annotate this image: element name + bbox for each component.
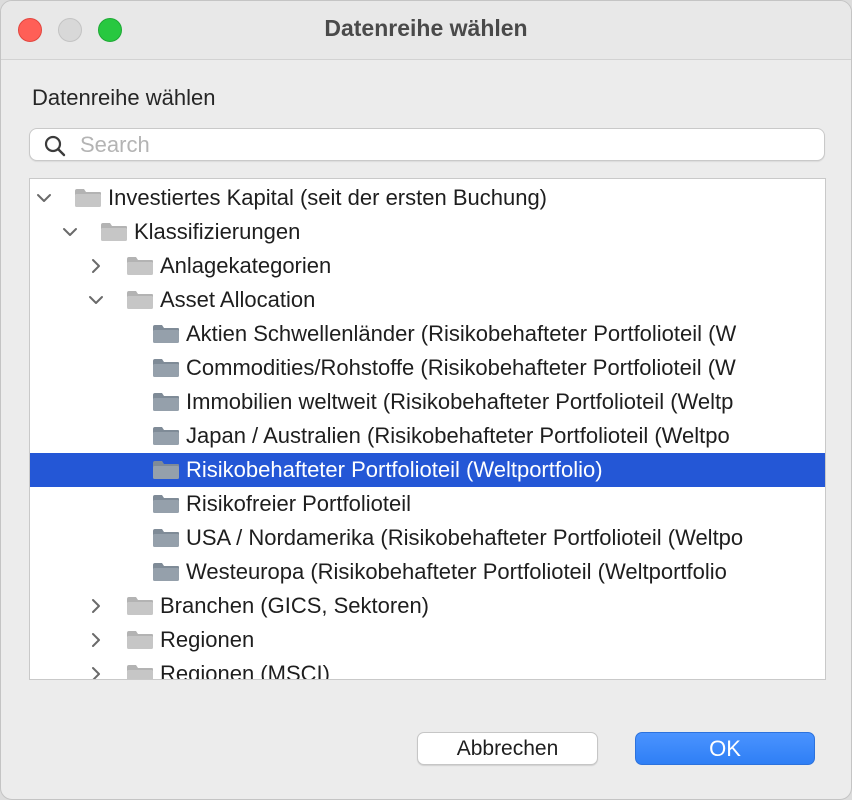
tree-row-label: Risikofreier Portfolioteil — [186, 491, 411, 516]
dialog-heading: Datenreihe wählen — [32, 85, 216, 110]
chevron-right-icon[interactable] — [88, 632, 104, 648]
tree-row-label: Asset Allocation — [160, 287, 316, 312]
tree-row[interactable]: Risikofreier Portfolioteil — [30, 487, 825, 521]
tree-row-label: Immobilien weltweit (Risikobehafteter Po… — [186, 389, 734, 414]
tree-row[interactable]: Anlagekategorien — [30, 249, 825, 283]
chevron-right-icon[interactable] — [88, 258, 104, 274]
window-title: Datenreihe wählen — [324, 15, 528, 41]
cancel-button[interactable]: Abbrechen — [417, 732, 598, 765]
tree-row[interactable]: Asset Allocation — [30, 283, 825, 317]
tree-row[interactable]: Aktien Schwellenländer (Risikobehafteter… — [30, 317, 825, 351]
search-field[interactable] — [29, 128, 825, 161]
chevron-right-icon[interactable] — [88, 598, 104, 614]
chevron-right-icon[interactable] — [88, 666, 104, 680]
folder-icon — [127, 291, 153, 309]
tree-row-label: Commodities/Rohstoffe (Risikobehafteter … — [186, 355, 736, 380]
tree-row[interactable]: Japan / Australien (Risikobehafteter Por… — [30, 419, 825, 453]
tree-row[interactable]: Westeuropa (Risikobehafteter Portfoliote… — [30, 555, 825, 589]
tree-row[interactable]: Regionen (MSCI) — [30, 657, 825, 680]
tree-row[interactable]: Regionen — [30, 623, 825, 657]
folder-icon — [153, 461, 179, 479]
folder-icon — [153, 529, 179, 547]
folder-icon — [153, 393, 179, 411]
data-series-tree[interactable]: Investiertes Kapital (seit der ersten Bu… — [29, 178, 826, 680]
tree-row-label: USA / Nordamerika (Risikobehafteter Port… — [186, 525, 744, 550]
dialog-window: Datenreihe wählen Datenreihe wählen Inve… — [0, 0, 852, 800]
folder-icon — [127, 631, 153, 649]
folder-icon — [127, 257, 153, 275]
folder-icon — [153, 563, 179, 581]
folder-icon — [153, 495, 179, 513]
chevron-down-icon[interactable] — [62, 224, 78, 240]
tree-row[interactable]: Commodities/Rohstoffe (Risikobehafteter … — [30, 351, 825, 385]
folder-icon — [153, 359, 179, 377]
tree-row-label: Branchen (GICS, Sektoren) — [160, 593, 430, 618]
tree-row[interactable]: Immobilien weltweit (Risikobehafteter Po… — [30, 385, 825, 419]
tree-row-label: Japan / Australien (Risikobehafteter Por… — [186, 423, 730, 448]
chevron-down-icon[interactable] — [88, 292, 104, 308]
tree-row-label: Investiertes Kapital (seit der ersten Bu… — [108, 185, 548, 210]
tree-row-label: Anlagekategorien — [160, 253, 332, 278]
tree-row-label: Risikobehafteter Portfolioteil (Weltport… — [186, 457, 603, 482]
folder-icon — [153, 325, 179, 343]
folder-icon — [127, 665, 153, 679]
tree-row-label: Regionen — [160, 627, 255, 652]
folder-icon — [127, 597, 153, 615]
tree-row-label: Westeuropa (Risikobehafteter Portfoliote… — [186, 559, 727, 584]
search-icon — [44, 135, 66, 157]
tree-row[interactable]: Risikobehafteter Portfolioteil (Weltport… — [30, 453, 825, 487]
folder-icon — [101, 223, 127, 241]
title-bar: Datenreihe wählen — [1, 1, 851, 60]
tree-row-label: Regionen (MSCI) — [160, 661, 330, 680]
tree-row[interactable]: Branchen (GICS, Sektoren) — [30, 589, 825, 623]
folder-icon — [75, 189, 101, 207]
folder-icon — [153, 427, 179, 445]
chevron-down-icon[interactable] — [36, 190, 52, 206]
tree-row-label: Klassifizierungen — [134, 219, 301, 244]
ok-button[interactable]: OK — [635, 732, 815, 765]
search-input[interactable] — [80, 131, 810, 158]
tree-row[interactable]: USA / Nordamerika (Risikobehafteter Port… — [30, 521, 825, 555]
tree-row-label: Aktien Schwellenländer (Risikobehafteter… — [186, 321, 737, 346]
tree-row[interactable]: Klassifizierungen — [30, 215, 825, 249]
tree-row[interactable]: Investiertes Kapital (seit der ersten Bu… — [30, 181, 825, 215]
